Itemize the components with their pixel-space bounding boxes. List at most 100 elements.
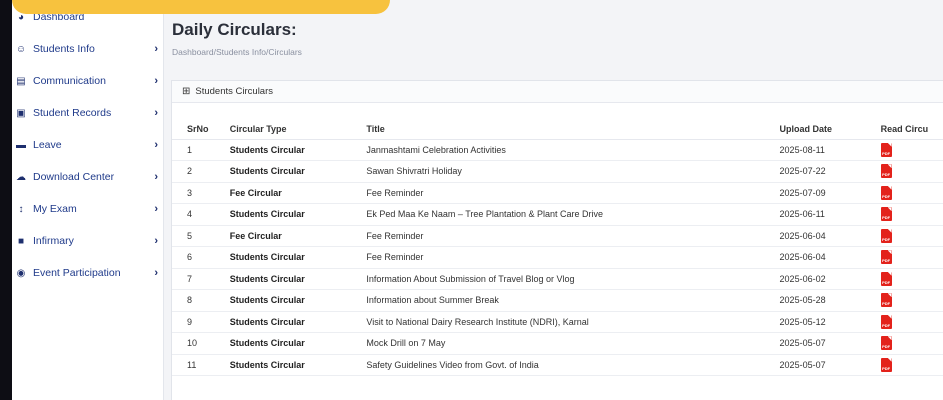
col-header-upload-date: Upload Date — [779, 119, 881, 140]
cell-srno: 1 — [172, 139, 230, 161]
sidebar-item-label: Student Records — [33, 107, 112, 119]
sort-icon: ↕ — [18, 203, 24, 215]
cell-title: Information about Summer Break — [366, 289, 780, 312]
table-row: 1 Students Circular Janmashtami Celebratio… — [172, 139, 943, 161]
cell-srno: 3 — [172, 182, 230, 204]
cell-circular-type: Students Circular — [229, 332, 367, 355]
page-title: Daily Circulars: — [172, 20, 297, 39]
cell-circular-type: Students Circular — [229, 289, 367, 312]
cell-title: Mock Drill on 7 May — [366, 332, 780, 355]
cell-srno: 10 — [172, 332, 230, 355]
pdf-icon[interactable]: PDF — [880, 185, 892, 200]
cell-srno: 8 — [172, 289, 230, 312]
book-icon: ▬ — [16, 139, 26, 151]
cell-read-circular: PDF — [880, 268, 943, 290]
cell-title: Fee Reminder — [366, 182, 780, 204]
col-header-title: Title — [366, 119, 780, 140]
cell-read-circular: PDF — [880, 139, 943, 161]
cell-srno: 11 — [172, 354, 230, 376]
pdf-icon-label: PDF — [882, 236, 891, 242]
chevron-right-icon: › — [154, 43, 158, 55]
cell-circular-type: Students Circular — [229, 268, 367, 290]
chevron-right-icon: › — [154, 75, 158, 87]
pdf-icon[interactable]: PDF — [880, 228, 892, 243]
chevron-right-icon: › — [154, 235, 158, 247]
cell-title: Fee Reminder — [366, 246, 780, 269]
cell-title: Sawan Shivratri Holiday — [366, 160, 780, 183]
panel-title: Students Circulars — [195, 86, 274, 97]
table-body: 1 Students Circular Janmashtami Celebratio… — [172, 139, 943, 376]
user-plus-icon: ☺ — [15, 43, 27, 55]
pdf-icon[interactable]: PDF — [880, 336, 892, 351]
app-window: ◕ Dashboard ☺ Students Info › ▤ Communic… — [12, 0, 943, 400]
sidebar-item-label: Infirmary — [33, 235, 74, 247]
chevron-right-icon: › — [154, 267, 158, 279]
sidebar-item-student-records[interactable]: ▣ Student Records › — [12, 103, 164, 123]
pdf-icon-label: PDF — [882, 193, 891, 199]
sidebar-item-label: Students Info — [33, 43, 95, 55]
cell-title: Fee Reminder — [366, 225, 780, 247]
pdf-icon[interactable]: PDF — [880, 271, 892, 286]
table-header-row: SrNo Circular Type Title Upload Date Rea… — [172, 119, 943, 140]
table-row: 3 Fee Circular Fee Reminder 2025-07-09 PDF — [172, 182, 943, 204]
pdf-icon[interactable]: PDF — [880, 357, 892, 372]
cell-read-circular: PDF — [880, 311, 943, 333]
cell-upload-date: 2025-06-02 — [779, 268, 881, 290]
sidebar-item-event-participation[interactable]: ◉ Event Participation › — [12, 263, 164, 283]
pdf-icon[interactable]: PDF — [880, 314, 892, 329]
pdf-icon[interactable]: PDF — [880, 207, 892, 222]
cell-srno: 4 — [172, 203, 230, 226]
yellow-banner — [12, 0, 390, 14]
cell-read-circular: PDF — [880, 203, 943, 226]
cell-read-circular: PDF — [880, 225, 943, 247]
cell-upload-date: 2025-05-07 — [779, 332, 881, 355]
cell-upload-date: 2025-07-22 — [779, 160, 881, 183]
pdf-icon[interactable]: PDF — [880, 164, 892, 179]
cell-circular-type: Fee Circular — [229, 182, 367, 204]
col-header-read-circular: Read Circu — [880, 119, 943, 140]
chevron-right-icon: › — [154, 203, 158, 215]
breadcrumb[interactable]: Dashboard/Students Info/Circulars — [172, 47, 302, 57]
cell-read-circular: PDF — [880, 289, 943, 312]
pdf-icon-label: PDF — [882, 301, 891, 307]
pdf-icon-label: PDF — [882, 279, 891, 285]
cell-upload-date: 2025-05-12 — [779, 311, 881, 333]
sidebar-item-download-center[interactable]: ☁ Download Center › — [12, 167, 164, 187]
cell-circular-type: Students Circular — [229, 203, 367, 226]
sidebar-item-infirmary[interactable]: ■ Infirmary › — [12, 231, 164, 251]
sidebar-item-my-exam[interactable]: ↕ My Exam › — [12, 199, 164, 219]
sidebar-item-leave[interactable]: ▬ Leave › — [12, 135, 164, 155]
sidebar-item-label: Leave — [33, 139, 62, 151]
table-row: 2 Students Circular Sawan Shivratri Holida… — [172, 160, 943, 183]
cell-circular-type: Students Circular — [229, 354, 367, 376]
sidebar-item-students-info[interactable]: ☺ Students Info › — [12, 39, 164, 59]
cell-title: Safety Guidelines Video from Govt. of In… — [366, 354, 780, 376]
cell-read-circular: PDF — [880, 332, 943, 355]
cell-circular-type: Students Circular — [229, 246, 367, 269]
cell-upload-date: 2025-05-28 — [779, 289, 881, 312]
students-circulars-panel: ⊞ Students Circulars SrNo Circular Type … — [171, 80, 943, 400]
cell-circular-type: Students Circular — [229, 139, 367, 161]
main-content: Daily Circulars: Dashboard/Students Info… — [164, 0, 943, 400]
pdf-icon[interactable]: PDF — [880, 142, 892, 157]
cell-upload-date: 2025-06-04 — [779, 225, 881, 247]
pdf-icon-label: PDF — [882, 258, 891, 264]
pdf-icon[interactable]: PDF — [880, 293, 892, 308]
sidebar-item-communication[interactable]: ▤ Communication › — [12, 71, 164, 91]
cell-srno: 5 — [172, 225, 230, 247]
col-header-srno: SrNo — [172, 119, 230, 140]
circulars-table: SrNo Circular Type Title Upload Date Rea… — [172, 119, 943, 376]
table-row: 10 Students Circular Mock Drill on 7 May 20… — [172, 332, 943, 355]
chevron-right-icon: › — [154, 139, 158, 151]
sidebar-item-label: Communication — [33, 75, 106, 87]
cell-upload-date: 2025-08-11 — [779, 139, 881, 161]
col-header-circular-type: Circular Type — [229, 119, 367, 140]
table-icon: ⊞ — [182, 86, 191, 97]
sidebar-item-label: Download Center — [33, 171, 115, 183]
table-row: 11 Students Circular Safety Guidelines Vid… — [172, 354, 943, 376]
cell-circular-type: Fee Circular — [229, 225, 367, 247]
panel-header: ⊞ Students Circulars — [172, 81, 943, 103]
cell-read-circular: PDF — [880, 246, 943, 269]
pdf-icon[interactable]: PDF — [880, 250, 892, 265]
table-row: 5 Fee Circular Fee Reminder 2025-06-04 PDF — [172, 225, 943, 247]
